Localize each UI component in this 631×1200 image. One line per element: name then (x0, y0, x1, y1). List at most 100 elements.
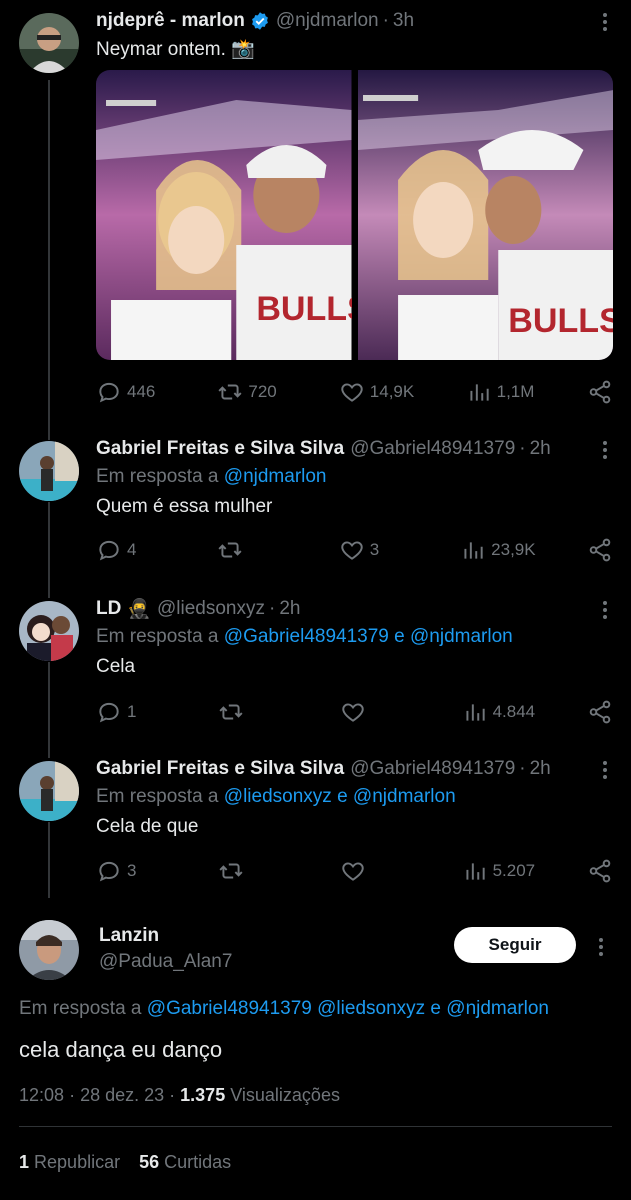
avatar[interactable] (19, 13, 79, 73)
analytics-icon (466, 863, 485, 880)
reply-context: Em resposta a @liedsonxyz e @njdmarlon (96, 786, 617, 808)
like-button[interactable] (340, 858, 410, 884)
views-button[interactable]: 23,9K (460, 537, 536, 563)
tweet[interactable]: Gabriel Freitas e Silva Silva @Gabriel48… (0, 748, 631, 903)
reply-icon (99, 861, 119, 882)
views-button[interactable]: 4.844 (462, 699, 535, 725)
reply-prefix: Em resposta a (96, 786, 219, 807)
tweet-text: Quem é essa mulher (96, 496, 273, 517)
view-count: 23,9K (491, 540, 536, 559)
tweet-text: Cela (96, 656, 136, 677)
reply-button[interactable]: 4 (96, 537, 166, 563)
svg-text:BULLS: BULLS (508, 302, 613, 340)
retweet-icon (219, 863, 243, 879)
like-count: 3 (369, 540, 380, 559)
avatar[interactable] (19, 761, 79, 821)
reply-button[interactable]: 446 (96, 379, 166, 405)
display-name[interactable]: Gabriel Freitas e Silva Silva (96, 758, 344, 780)
handle[interactable]: @Gabriel48941379 (350, 758, 515, 780)
views-count: 1.375 (180, 1085, 226, 1105)
handle[interactable]: @Padua_Alan7 (99, 951, 232, 973)
timestamp[interactable]: 3h (393, 10, 414, 32)
mention-link[interactable]: @Gabriel48941379 (224, 626, 389, 647)
heart-icon (342, 862, 364, 881)
handle[interactable]: @liedsonxyz (157, 598, 265, 620)
more-options-icon[interactable] (593, 598, 617, 622)
mention-link[interactable]: @njdmarlon (446, 998, 549, 1019)
mention-link[interactable]: @liedsonxyz (224, 786, 332, 807)
tweet[interactable]: njdeprê - marlon @njdmarlon · 3h Neymar … (0, 0, 631, 420)
engagement-stats: 1 Republicar 56 Curtidas (19, 1152, 231, 1173)
display-name[interactable]: njdeprê - marlon (96, 10, 245, 32)
reply-button[interactable]: 3 (96, 858, 166, 884)
reply-joiner: e (337, 786, 348, 807)
share-button[interactable] (587, 699, 613, 725)
follow-button[interactable]: Seguir (454, 927, 576, 963)
media-grid: BULLS BULLS (96, 70, 613, 360)
like-button[interactable]: 14,9K (339, 379, 414, 405)
likes-label: Curtidas (164, 1152, 232, 1172)
separator-dot: · (69, 1085, 81, 1105)
reply-prefix: Em resposta a (96, 626, 219, 647)
reply-count: 1 (127, 702, 137, 721)
avatar[interactable] (19, 601, 79, 661)
reply-prefix: Em resposta a (19, 998, 142, 1019)
tweet[interactable]: Gabriel Freitas e Silva Silva @Gabriel48… (0, 428, 631, 583)
share-icon (589, 380, 611, 404)
timestamp[interactable]: 2h (530, 758, 551, 780)
share-button[interactable] (587, 379, 613, 405)
retweet-icon (219, 704, 243, 720)
tweet[interactable]: LD 🥷 @liedsonxyz · 2h Em resposta a @Gab… (0, 588, 631, 743)
display-name[interactable]: LD (96, 598, 121, 620)
separator-dot: · (382, 10, 389, 31)
tweet-time[interactable]: 12:08 (19, 1085, 64, 1105)
display-name[interactable]: Lanzin (99, 925, 232, 947)
retweet-button[interactable] (217, 537, 287, 563)
retweet-button[interactable] (218, 858, 288, 884)
separator-dot: · (519, 758, 526, 779)
timestamp[interactable]: 2h (530, 438, 551, 460)
mention-link[interactable]: @njdmarlon (224, 466, 327, 487)
more-options-icon[interactable] (593, 758, 617, 782)
share-button[interactable] (587, 537, 613, 563)
mention-link[interactable]: @liedsonxyz (317, 998, 425, 1019)
views-button[interactable]: 5.207 (462, 858, 535, 884)
reply-prefix: Em resposta a (96, 466, 219, 487)
avatar[interactable] (19, 920, 79, 980)
more-options-icon[interactable] (593, 438, 617, 462)
reply-button[interactable]: 1 (96, 699, 166, 725)
avatar[interactable] (19, 441, 79, 501)
tweet-photo[interactable]: BULLS (96, 70, 352, 360)
reply-joiner: e (394, 626, 405, 647)
like-button[interactable]: 3 (339, 537, 409, 563)
mention-link[interactable]: @Gabriel48941379 (147, 998, 312, 1019)
mention-link[interactable]: @njdmarlon (353, 786, 456, 807)
more-options-icon[interactable] (593, 10, 617, 34)
retweet-icon (218, 384, 242, 400)
handle[interactable]: @njdmarlon (276, 10, 379, 32)
heart-icon (341, 383, 363, 402)
display-name[interactable]: Gabriel Freitas e Silva Silva (96, 438, 344, 460)
tweet-date[interactable]: 28 dez. 23 (80, 1085, 164, 1105)
analytics-icon (466, 704, 485, 721)
analytics-icon (470, 384, 489, 401)
mention-link[interactable]: @njdmarlon (410, 626, 513, 647)
reply-icon (99, 702, 119, 723)
likes-count: 56 (139, 1152, 160, 1172)
retweet-button[interactable]: 720 (217, 379, 287, 405)
views-button[interactable]: 1,1M (466, 379, 536, 405)
name-emoji: 🥷 (127, 599, 151, 620)
retweet-button[interactable] (218, 699, 288, 725)
tweet-photo[interactable]: BULLS (357, 70, 613, 360)
reply-count: 3 (127, 861, 137, 880)
handle[interactable]: @Gabriel48941379 (350, 438, 515, 460)
like-button[interactable] (340, 699, 410, 725)
reposts-stat[interactable]: 1 Republicar (19, 1152, 125, 1172)
separator-dot: · (169, 1085, 181, 1105)
likes-stat[interactable]: 56 Curtidas (139, 1152, 231, 1172)
tweet-meta: 12:08 · 28 dez. 23 · 1.375 Visualizações (19, 1085, 340, 1106)
more-options-icon[interactable] (589, 935, 613, 959)
view-count: 1,1M (496, 382, 535, 401)
share-button[interactable] (587, 858, 613, 884)
timestamp[interactable]: 2h (279, 598, 300, 620)
